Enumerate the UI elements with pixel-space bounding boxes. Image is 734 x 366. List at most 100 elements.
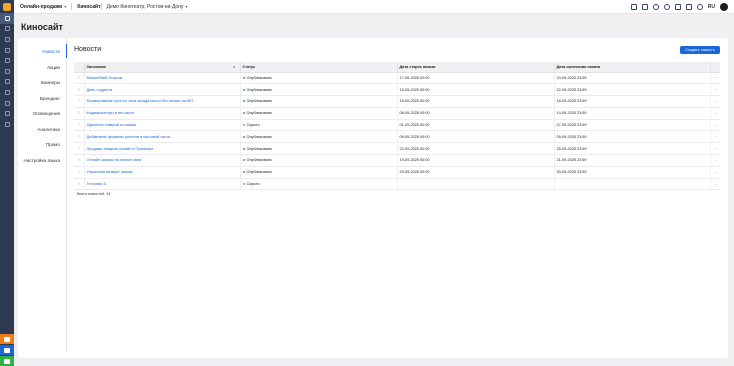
create-news-button[interactable]: Создать новость [680,46,720,54]
status-dot [242,135,245,138]
news-title-link[interactable]: Тестовая 3 [87,182,106,186]
column-title[interactable]: Заголовок ⇅ [84,62,241,73]
start-date-cell: 15-09-2025 00:00 [397,95,555,108]
drag-handle-icon[interactable]: ⠿ [74,142,85,156]
monitor-icon[interactable] [641,4,648,10]
start-date-cell: 17-09-2025 00:00 [397,72,555,85]
notice-icon[interactable] [0,334,14,344]
tag-icon[interactable] [0,87,14,98]
news-title-link[interactable]: Онлайн заказы на сеансе зала [87,158,142,162]
bell-icon[interactable] [663,4,670,10]
app-logo-icon[interactable] [0,0,14,13]
news-title-link[interactable]: Формирование пустого чека захода кассы б… [87,99,194,103]
chart-icon[interactable] [0,45,14,56]
drag-handle-icon[interactable]: ⠿ [74,72,85,85]
status-dot [242,183,245,186]
table-row[interactable]: ⠿ Удаление товаров из заказа Скрыто 01-09-2… [74,119,720,132]
row-menu-icon[interactable]: ⋯ [710,166,720,179]
user-icon[interactable] [0,34,14,45]
sort-icon[interactable]: ⇅ [233,65,236,69]
news-title-link[interactable]: Добавлены форматы репетов в кассовой час… [87,135,171,139]
rocket-icon[interactable] [630,4,637,10]
phone-icon[interactable] [0,356,14,366]
news-title-cell[interactable]: Удаление товаров из заказа [84,119,241,132]
table-row[interactable]: ⠿ Добавлены форматы репетов в кассовой ча… [74,130,720,144]
end-date-cell: 14-09-2025 23:59 [554,107,711,120]
news-title-cell[interactable]: Формирование пустого чека захода кассы б… [84,95,241,108]
chat-icon[interactable] [685,4,692,10]
star-icon[interactable] [0,55,14,66]
drag-handle-icon[interactable]: ⠿ [74,119,85,132]
site-label: Киносайт [77,3,101,10]
row-menu-icon[interactable]: ⋯ [710,119,720,132]
grid-icon[interactable] [0,13,14,24]
history-icon[interactable] [652,4,659,10]
drag-handle-icon[interactable]: ⠿ [74,166,85,179]
row-menu-icon[interactable]: ⋯ [710,142,720,156]
row-menu-icon[interactable]: ⋯ [710,178,720,191]
status-cell: Скрыто [240,119,398,132]
row-menu-icon[interactable]: ⋯ [710,83,720,97]
row-menu-icon[interactable]: ⋯ [710,130,720,144]
news-title-cell[interactable]: Продажа товаров онлайн в Премьере [84,142,241,156]
table-row[interactable]: ⠿ Тестовая 3 Скрыто ⋯ [74,178,720,191]
news-title-cell[interactable]: Добавлены форматы репетов в кассовой час… [84,130,241,144]
end-date-cell: 21-09-2025 23:59 [554,154,711,167]
drag-handle-icon[interactable]: ⠿ [74,107,85,120]
table-row[interactable]: ⠿ Упростили возврат заказа Опубликовано 29-… [74,166,720,179]
row-menu-icon[interactable]: ⋯ [710,72,720,85]
table-row[interactable]: ⠿ Волшебный Егорчик Опубликовано 17-09-2025… [74,72,720,85]
column-status[interactable]: Статус [240,62,398,73]
news-title-link[interactable]: Удаление товаров из заказа [87,123,137,127]
avatar[interactable] [720,3,728,11]
news-title-cell[interactable]: Тестовая 3 [84,178,241,191]
calendar-icon[interactable] [0,98,14,109]
online-sales-menu[interactable]: Онлайн-продажи [20,4,62,10]
news-title-cell[interactable]: Волшебный Егорчик [84,72,241,85]
row-menu-icon[interactable]: ⋯ [710,154,720,167]
news-title-cell[interactable]: Модификаторы в ген кассе [84,107,241,120]
drag-handle-icon[interactable]: ⠿ [74,130,85,144]
cinema-selector[interactable]: Демо Кинотеатр, Ростов-на-Дону [107,4,184,10]
calendar-icon[interactable] [674,4,681,10]
news-title-link[interactable]: Волшебный Егорчик [87,76,123,80]
language-switch[interactable]: RU [708,4,715,10]
ticket-icon[interactable] [0,77,14,88]
settings-icon[interactable] [0,108,14,119]
table-row[interactable]: ⠿ День студента Опубликовано 15-09-2025 00:… [74,83,720,97]
chat-icon[interactable] [0,345,14,355]
drag-handle-icon[interactable]: ⠿ [74,178,85,191]
news-title-link[interactable]: Модификаторы в ген кассе [87,111,135,115]
card-icon[interactable] [0,119,14,130]
status-cell: Опубликовано [240,130,398,144]
table-row[interactable]: ⠿ Модификаторы в ген кассе Опубликовано 08-… [74,107,720,120]
news-title-cell[interactable]: День студента [84,83,241,97]
row-menu-icon[interactable]: ⋯ [710,107,720,120]
nav-item-promotions[interactable]: Акции [47,65,60,70]
news-title-link[interactable]: Продажа товаров онлайн в Премьере [87,147,154,151]
nav-item-banners[interactable]: Баннеры [41,80,60,85]
nav-item-promo[interactable]: Промо [46,142,60,147]
row-menu-icon[interactable]: ⋯ [710,95,720,108]
nav-item-branding[interactable]: Брендинг [40,96,60,101]
divider [100,3,102,10]
film-icon[interactable] [0,66,14,77]
help-icon[interactable] [696,4,703,10]
table-row[interactable]: ⠿ Онлайн заказы на сеансе зала Опубликован… [74,154,720,167]
nav-item-language[interactable]: Настройка языка [24,158,60,163]
column-start-date[interactable]: Дата старта показа [397,62,555,73]
news-title-cell[interactable]: Онлайн заказы на сеансе зала [84,154,241,167]
column-end-date[interactable]: Дата окончания показа [554,62,711,73]
news-title-link[interactable]: Упростили возврат заказа [87,170,133,174]
cart-icon[interactable] [0,24,14,35]
drag-handle-icon[interactable]: ⠿ [74,83,85,97]
nav-item-notifications[interactable]: Оповещения [33,111,60,116]
drag-handle-icon[interactable]: ⠿ [74,154,85,167]
nav-item-analytics[interactable]: Аналитика [37,127,60,132]
table-row[interactable]: ⠿ Формирование пустого чека захода кассы … [74,95,720,108]
news-title-cell[interactable]: Упростили возврат заказа [84,166,241,179]
news-title-link[interactable]: День студента [87,88,113,92]
drag-handle-icon[interactable]: ⠿ [74,95,85,108]
nav-item-news[interactable]: Новости [42,49,60,54]
table-row[interactable]: ⠿ Продажа товаров онлайн в Премьере Опубли… [74,142,720,156]
